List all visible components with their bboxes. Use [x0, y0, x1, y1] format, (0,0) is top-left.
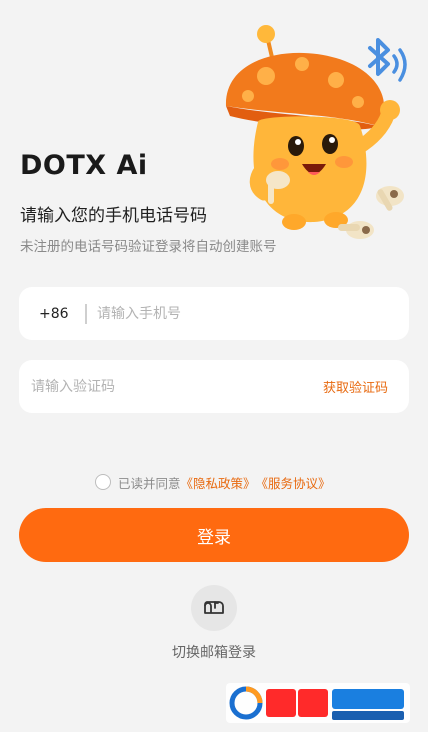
bluetooth-icon	[368, 38, 407, 82]
login-button[interactable]: 登录	[19, 508, 409, 562]
verification-code-input[interactable]	[31, 360, 323, 413]
site-watermark-logo	[226, 683, 410, 723]
country-code-selector[interactable]: +86	[39, 306, 85, 322]
mailbox-icon	[204, 601, 224, 614]
registration-hint: 未注册的电话号码验证登录将自动创建账号	[20, 239, 277, 255]
email-login-label: 切换邮箱登录	[172, 645, 256, 661]
agreement-prefix: 已读并同意	[118, 475, 181, 491]
field-divider	[85, 303, 87, 324]
agreement-checkbox[interactable]	[95, 474, 111, 490]
service-agreement-link[interactable]: 《服务协议》	[256, 473, 331, 492]
privacy-policy-link[interactable]: 《隐私政策》	[181, 473, 256, 492]
get-code-button[interactable]: 获取验证码	[323, 377, 388, 396]
brand-title: DOTX Ai	[20, 150, 148, 181]
code-field-container: 获取验证码	[19, 360, 409, 413]
phone-input[interactable]	[97, 287, 409, 340]
email-login-button[interactable]	[191, 585, 237, 631]
page-subtitle: 请输入您的手机电话号码	[20, 206, 207, 226]
agreement-row: 已读并同意 《隐私政策》 《服务协议》	[95, 472, 331, 492]
phone-field-container: +86	[19, 287, 409, 340]
